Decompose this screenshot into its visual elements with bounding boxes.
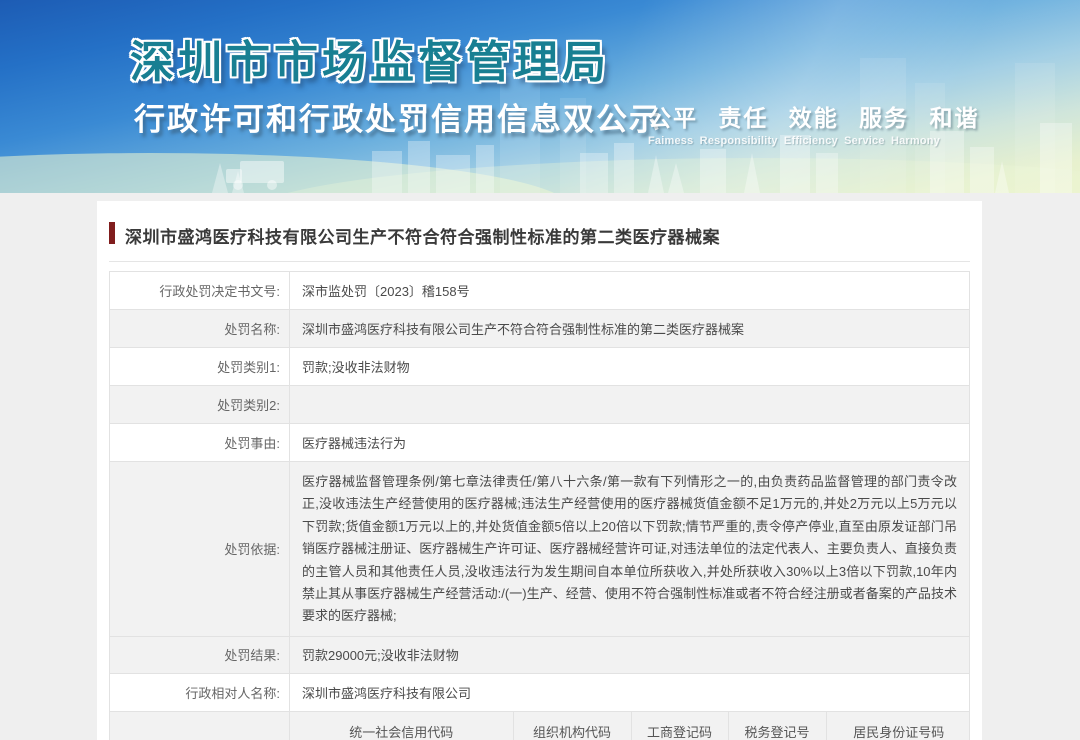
table-row-party-codes: 行政相对人代码: 统一社会信用代码 组织机构代码 工商登记码 税务登记号 居民身… [110,711,969,740]
table-row-penalty-category-2: 处罚类别2: [110,385,969,423]
site-subtitle: 行政许可和行政处罚信用信息双公示 [134,94,662,139]
code-header-org: 组织机构代码 [513,712,631,740]
row-value: 罚款;没收非法财物 [290,348,969,385]
row-label: 行政处罚决定书文号: [110,272,290,309]
row-value: 深市监处罚〔2023〕稽158号 [290,272,969,309]
row-label: 行政相对人代码: [110,712,290,740]
party-code-subtable: 统一社会信用代码 组织机构代码 工商登记码 税务登记号 居民身份证号码 9144… [290,712,971,740]
table-row-penalty-basis: 处罚依据: 医疗器械监督管理条例/第七章法律责任/第八十六条/第一款有下列情形之… [110,461,969,636]
table-row-party-name: 行政相对人名称: 深圳市盛鸿医疗科技有限公司 [110,673,969,711]
motto-chinese: 公平 责任 效能 服务 和谐 [648,99,980,133]
motto-english: Faimess Responsibility Efficiency Servic… [648,135,980,147]
row-label: 处罚结果: [110,637,290,673]
content-panel: 深圳市盛鸿医疗科技有限公司生产不符合符合强制性标准的第二类医疗器械案 行政处罚决… [97,201,982,740]
site-title: 深圳市市场监督管理局 [130,26,610,90]
code-header-business: 工商登记码 [631,712,728,740]
row-label: 处罚事由: [110,424,290,461]
penalty-detail-table: 行政处罚决定书文号: 深市监处罚〔2023〕稽158号 处罚名称: 深圳市盛鸿医… [109,271,970,740]
title-marker-bar [109,222,115,244]
row-label: 处罚类别1: [110,348,290,385]
code-header-id: 居民身份证号码 [826,712,971,740]
row-label: 处罚依据: [110,462,290,636]
row-label: 处罚名称: [110,310,290,347]
code-header-row: 统一社会信用代码 组织机构代码 工商登记码 税务登记号 居民身份证号码 [290,712,971,740]
row-label: 行政相对人名称: [110,674,290,711]
case-title-row: 深圳市盛鸿医疗科技有限公司生产不符合符合强制性标准的第二类医疗器械案 [109,201,970,262]
banner-motto: 公平 责任 效能 服务 和谐 Faimess Responsibility Ef… [648,99,980,147]
page-title: 深圳市盛鸿医疗科技有限公司生产不符合符合强制性标准的第二类医疗器械案 [125,228,720,247]
row-value: 罚款29000元;没收非法财物 [290,637,969,673]
row-value: 深圳市盛鸿医疗科技有限公司 [290,674,969,711]
row-label: 处罚类别2: [110,386,290,423]
row-value: 医疗器械监督管理条例/第七章法律责任/第八十六条/第一款有下列情形之一的,由负责… [290,462,969,636]
code-header-tax: 税务登记号 [728,712,826,740]
code-header-uscc: 统一社会信用代码 [290,712,513,740]
site-banner: 深圳市市场监督管理局 行政许可和行政处罚信用信息双公示 公平 责任 效能 服务 … [0,0,1080,193]
row-value [290,386,969,423]
row-value: 医疗器械违法行为 [290,424,969,461]
table-row-decision-number: 行政处罚决定书文号: 深市监处罚〔2023〕稽158号 [110,272,969,309]
row-value: 深圳市盛鸿医疗科技有限公司生产不符合符合强制性标准的第二类医疗器械案 [290,310,969,347]
table-row-penalty-category-1: 处罚类别1: 罚款;没收非法财物 [110,347,969,385]
table-row-penalty-result: 处罚结果: 罚款29000元;没收非法财物 [110,636,969,673]
table-row-penalty-reason: 处罚事由: 医疗器械违法行为 [110,423,969,461]
table-row-penalty-name: 处罚名称: 深圳市盛鸿医疗科技有限公司生产不符合符合强制性标准的第二类医疗器械案 [110,309,969,347]
